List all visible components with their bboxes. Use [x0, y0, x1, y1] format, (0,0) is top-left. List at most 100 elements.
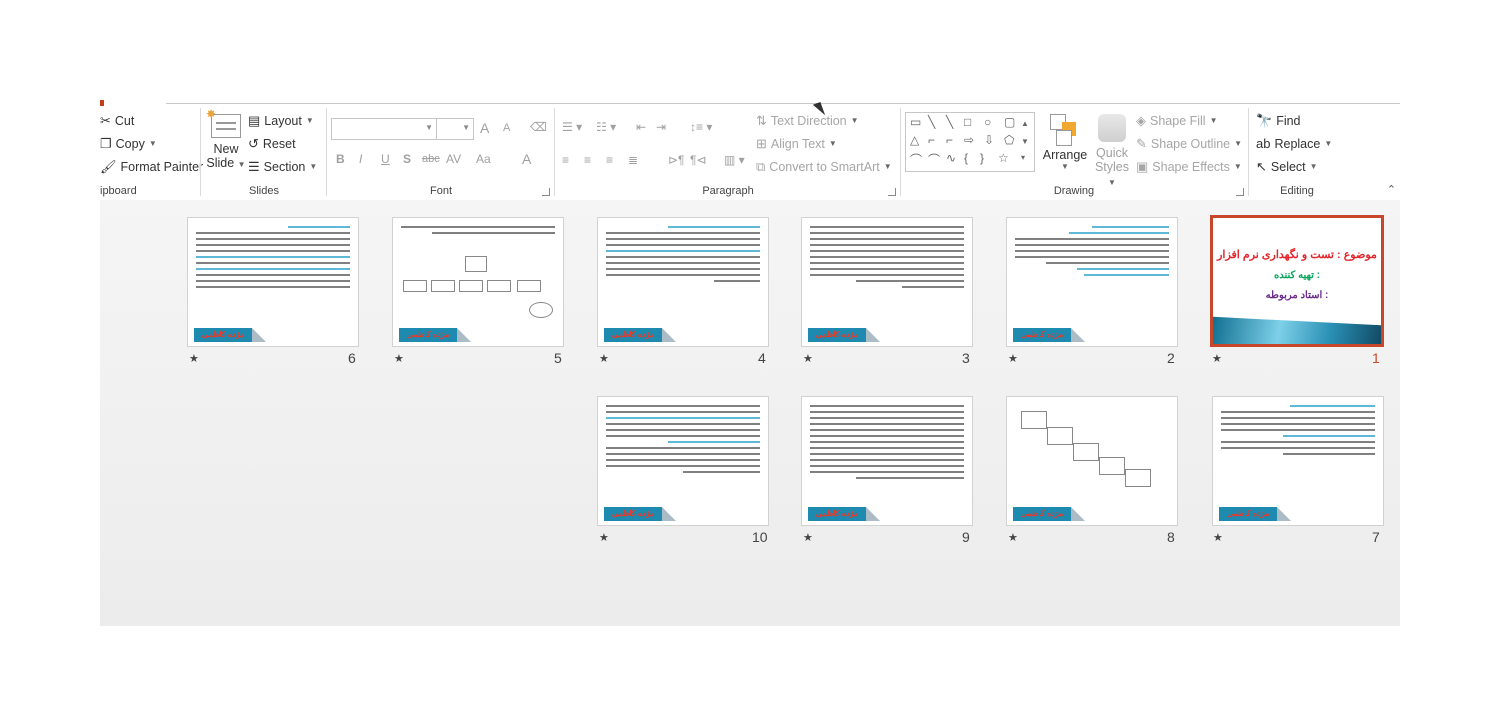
collapse-ribbon-icon[interactable]: ⌃: [1387, 183, 1396, 196]
transition-star-icon[interactable]: ★: [803, 531, 813, 544]
new-slide-button[interactable]: ✸ New Slide ▼: [206, 107, 246, 180]
font-group: ▼ ▼ A A ⌫ B I U S abc AV Aa A Font: [330, 104, 552, 200]
slide-thumbnail-3[interactable]: مژده کاظمی: [801, 217, 973, 347]
cut-button[interactable]: ✂ Cut: [100, 112, 134, 130]
arrow-right-shape-icon: ⇨: [964, 133, 975, 147]
dialog-launcher-icon[interactable]: [888, 188, 896, 196]
select-button[interactable]: ↖ Select ▼: [1256, 158, 1318, 176]
transition-star-icon[interactable]: ★: [1213, 531, 1223, 544]
convert-smartart-button[interactable]: ⧉ Convert to SmartArt ▼: [756, 158, 892, 176]
slide-thumbnail-7[interactable]: مژده کاظمی: [1212, 396, 1384, 526]
slide-thumbnail-10[interactable]: مژده کاظمی: [597, 396, 769, 526]
font-color-button[interactable]: A: [522, 151, 531, 167]
diagram-box: [517, 280, 541, 292]
slide-text-lines: [606, 226, 760, 286]
transition-star-icon[interactable]: ★: [1212, 352, 1222, 365]
text-direction-icon: ⇅: [756, 113, 767, 128]
diagram-box: [1125, 469, 1151, 487]
find-button[interactable]: 🔭 Find: [1256, 112, 1301, 130]
transition-star-icon[interactable]: ★: [394, 352, 404, 365]
slide-thumbnail-2[interactable]: مژده کاظمی: [1006, 217, 1178, 347]
new-slide-icon: ✸: [206, 107, 241, 138]
slide-footer: مژده کاظمی: [1219, 507, 1291, 521]
shape-fill-button[interactable]: ◈ Shape Fill ▼: [1136, 112, 1218, 130]
text-shadow-button[interactable]: S: [403, 152, 411, 166]
slide-number: 6: [348, 350, 356, 366]
slide-footer: مژده کاظمی: [194, 328, 266, 342]
slide-text-lines: [196, 226, 350, 292]
shape-outline-button[interactable]: ✎ Shape Outline ▼: [1136, 135, 1242, 153]
slide-thumbnail-6[interactable]: مژده کاظمی: [187, 217, 359, 347]
dialog-launcher-icon[interactable]: [542, 188, 550, 196]
section-button[interactable]: ☰ Section ▼: [248, 158, 317, 176]
change-case-button[interactable]: Aa: [476, 152, 491, 166]
align-text-button[interactable]: ⊞ Align Text ▼: [756, 135, 837, 153]
transition-star-icon[interactable]: ★: [189, 352, 199, 365]
group-divider: [200, 108, 201, 196]
slide-thumbnail-5[interactable]: مژده کاظمی: [392, 217, 564, 347]
slide-thumbnail-4[interactable]: مژده کاظمی: [597, 217, 769, 347]
pencil-icon: ✎: [1136, 136, 1147, 151]
transition-star-icon[interactable]: ★: [599, 352, 609, 365]
scroll-down-icon[interactable]: ▼: [1021, 137, 1029, 146]
slide-sorter: موضوع : تست و نگهداری نرم افزار تهیه کنن…: [100, 200, 1400, 626]
italic-button[interactable]: I: [359, 152, 362, 166]
bullets-icon[interactable]: ☰ ▾: [562, 120, 582, 134]
character-spacing-button[interactable]: AV: [446, 152, 461, 166]
font-size-combo[interactable]: ▼: [436, 118, 474, 140]
numbering-icon[interactable]: ☷ ▾: [596, 120, 616, 134]
slide-number: 3: [962, 350, 970, 366]
drawing-group: ▭ ╲ ╲ □ ○ ▢ △ ⌐ ⌐ ⇨ ⇩ ⬠ ⌒ ⌒ ∿ { } ☆ ▲ ▼ …: [902, 104, 1246, 200]
arrange-button[interactable]: Arrange ▼: [1042, 114, 1088, 171]
transition-star-icon[interactable]: ★: [803, 352, 813, 365]
shape-effects-button[interactable]: ▣ Shape Effects ▼: [1136, 158, 1242, 176]
transition-star-icon[interactable]: ★: [599, 531, 609, 544]
paragraph-group-label: Paragraph: [702, 185, 754, 197]
scroll-up-icon[interactable]: ▲: [1021, 119, 1029, 128]
strikethrough-button[interactable]: abc: [422, 153, 440, 165]
diagram-box: [431, 280, 455, 292]
slide-footer: مژده کاظمی: [1013, 328, 1085, 342]
align-center-icon[interactable]: ≡: [584, 153, 591, 167]
more-icon[interactable]: ▾: [1021, 153, 1025, 162]
copy-button[interactable]: ❐ Copy ▼: [100, 135, 157, 153]
elbow-connector-icon: ⌐: [946, 133, 954, 147]
transition-star-icon[interactable]: ★: [1008, 352, 1018, 365]
slide-thumbnail-9[interactable]: مژده کاظمی: [801, 396, 973, 526]
increase-indent-icon[interactable]: ⇥: [656, 120, 666, 134]
transition-star-icon[interactable]: ★: [1008, 531, 1018, 544]
font-name-combo[interactable]: ▼: [331, 118, 437, 140]
slide-thumbnail-1[interactable]: موضوع : تست و نگهداری نرم افزار تهیه کنن…: [1210, 215, 1384, 347]
shrink-font-button[interactable]: A: [503, 122, 510, 134]
layout-button[interactable]: ▤ Layout ▼: [248, 112, 314, 130]
rtl-icon[interactable]: ¶⊲: [690, 153, 707, 167]
chevron-down-icon: ▼: [309, 162, 318, 171]
shapes-gallery[interactable]: ▭ ╲ ╲ □ ○ ▢ △ ⌐ ⌐ ⇨ ⇩ ⬠ ⌒ ⌒ ∿ { } ☆ ▲ ▼ …: [905, 112, 1035, 172]
justify-icon[interactable]: ≣: [628, 153, 638, 167]
ltr-icon[interactable]: ⊳¶: [668, 153, 685, 167]
align-right-icon[interactable]: ≡: [606, 153, 613, 167]
align-text-label: Align Text: [770, 137, 825, 151]
section-icon: ☰: [248, 159, 260, 174]
align-left-icon[interactable]: ≡: [562, 153, 569, 167]
slide-thumbnail-8[interactable]: مژده کاظمی: [1006, 396, 1178, 526]
line-spacing-icon[interactable]: ↕≡ ▾: [690, 120, 712, 134]
effects-icon: ▣: [1136, 159, 1149, 174]
quick-styles-button[interactable]: Quick Styles ▼: [1090, 114, 1134, 188]
chevron-down-icon: ▼: [1234, 139, 1243, 148]
shape-outline-label: Shape Outline: [1150, 137, 1231, 151]
dialog-launcher-icon[interactable]: [1236, 188, 1244, 196]
decrease-indent-icon[interactable]: ⇤: [636, 120, 646, 134]
copy-label: Copy: [115, 137, 145, 151]
clear-formatting-icon[interactable]: ⌫: [530, 120, 547, 134]
slide-teacher: استاد مربوطه :: [1265, 290, 1329, 301]
grow-font-button[interactable]: A: [480, 120, 489, 136]
bold-button[interactable]: B: [336, 152, 345, 166]
text-direction-button[interactable]: ⇅ Text Direction ▼: [756, 112, 859, 130]
underline-button[interactable]: U: [381, 152, 390, 166]
reset-button[interactable]: ↺ Reset: [248, 135, 296, 153]
columns-icon[interactable]: ▥ ▾: [724, 153, 745, 167]
format-painter-button[interactable]: 🖌 Format Painter: [100, 158, 203, 176]
chevron-down-icon: ▼: [883, 162, 892, 171]
replace-button[interactable]: ab Replace ▼: [1256, 135, 1332, 153]
